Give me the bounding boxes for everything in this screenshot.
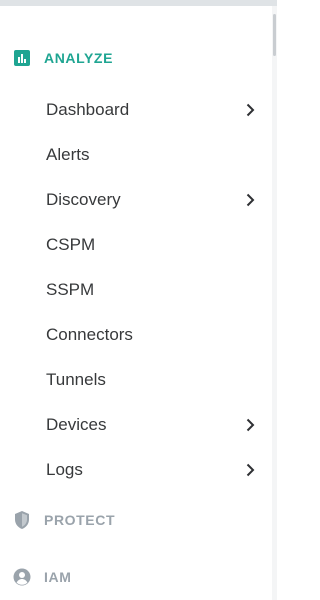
section-analyze-label: ANALYZE	[44, 50, 114, 66]
sidebar-item-label: Tunnels	[46, 370, 106, 389]
sidebar-item-label: Alerts	[46, 145, 90, 164]
sidebar-item-discovery[interactable]: Discovery	[0, 180, 272, 220]
sidebar-item-alerts[interactable]: Alerts	[0, 135, 272, 175]
scrollbar[interactable]	[272, 6, 277, 600]
sidebar-item-label: SSPM	[46, 280, 95, 299]
chevron-right-icon	[242, 417, 258, 433]
sidebar-item-label: Logs	[46, 460, 83, 479]
sidebar-item-devices[interactable]: Devices	[0, 405, 272, 445]
top-border	[0, 0, 277, 6]
sidebar-item-label: CSPM	[46, 235, 96, 254]
user-circle-icon	[12, 567, 32, 587]
sidebar-item-label: Devices	[46, 415, 107, 434]
section-protect[interactable]: PROTECT	[12, 508, 115, 532]
chevron-right-icon	[242, 462, 258, 478]
sidebar-item-logs[interactable]: Logs	[0, 450, 272, 490]
scrollbar-thumb[interactable]	[273, 14, 276, 56]
section-protect-label: PROTECT	[44, 512, 116, 528]
sidebar-item-label: Dashboard	[46, 100, 130, 119]
section-iam-label: IAM	[44, 569, 72, 585]
chevron-right-icon	[242, 102, 258, 118]
sidebar-item-connectors[interactable]: Connectors	[0, 315, 272, 355]
sidebar-item-label: Discovery	[46, 190, 121, 209]
sidebar-item-dashboard[interactable]: Dashboard	[0, 90, 272, 130]
sidebar-item-tunnels[interactable]: Tunnels	[0, 360, 272, 400]
section-analyze[interactable]: ANALYZE	[12, 46, 113, 70]
sidebar-item-cspm[interactable]: CSPM	[0, 225, 272, 265]
sidebar-item-sspm[interactable]: SSPM	[0, 270, 272, 310]
section-iam[interactable]: IAM	[12, 565, 71, 589]
bar-chart-icon	[12, 48, 32, 68]
sidebar-item-label: Connectors	[46, 325, 133, 344]
shield-icon	[12, 510, 32, 530]
chevron-right-icon	[242, 192, 258, 208]
